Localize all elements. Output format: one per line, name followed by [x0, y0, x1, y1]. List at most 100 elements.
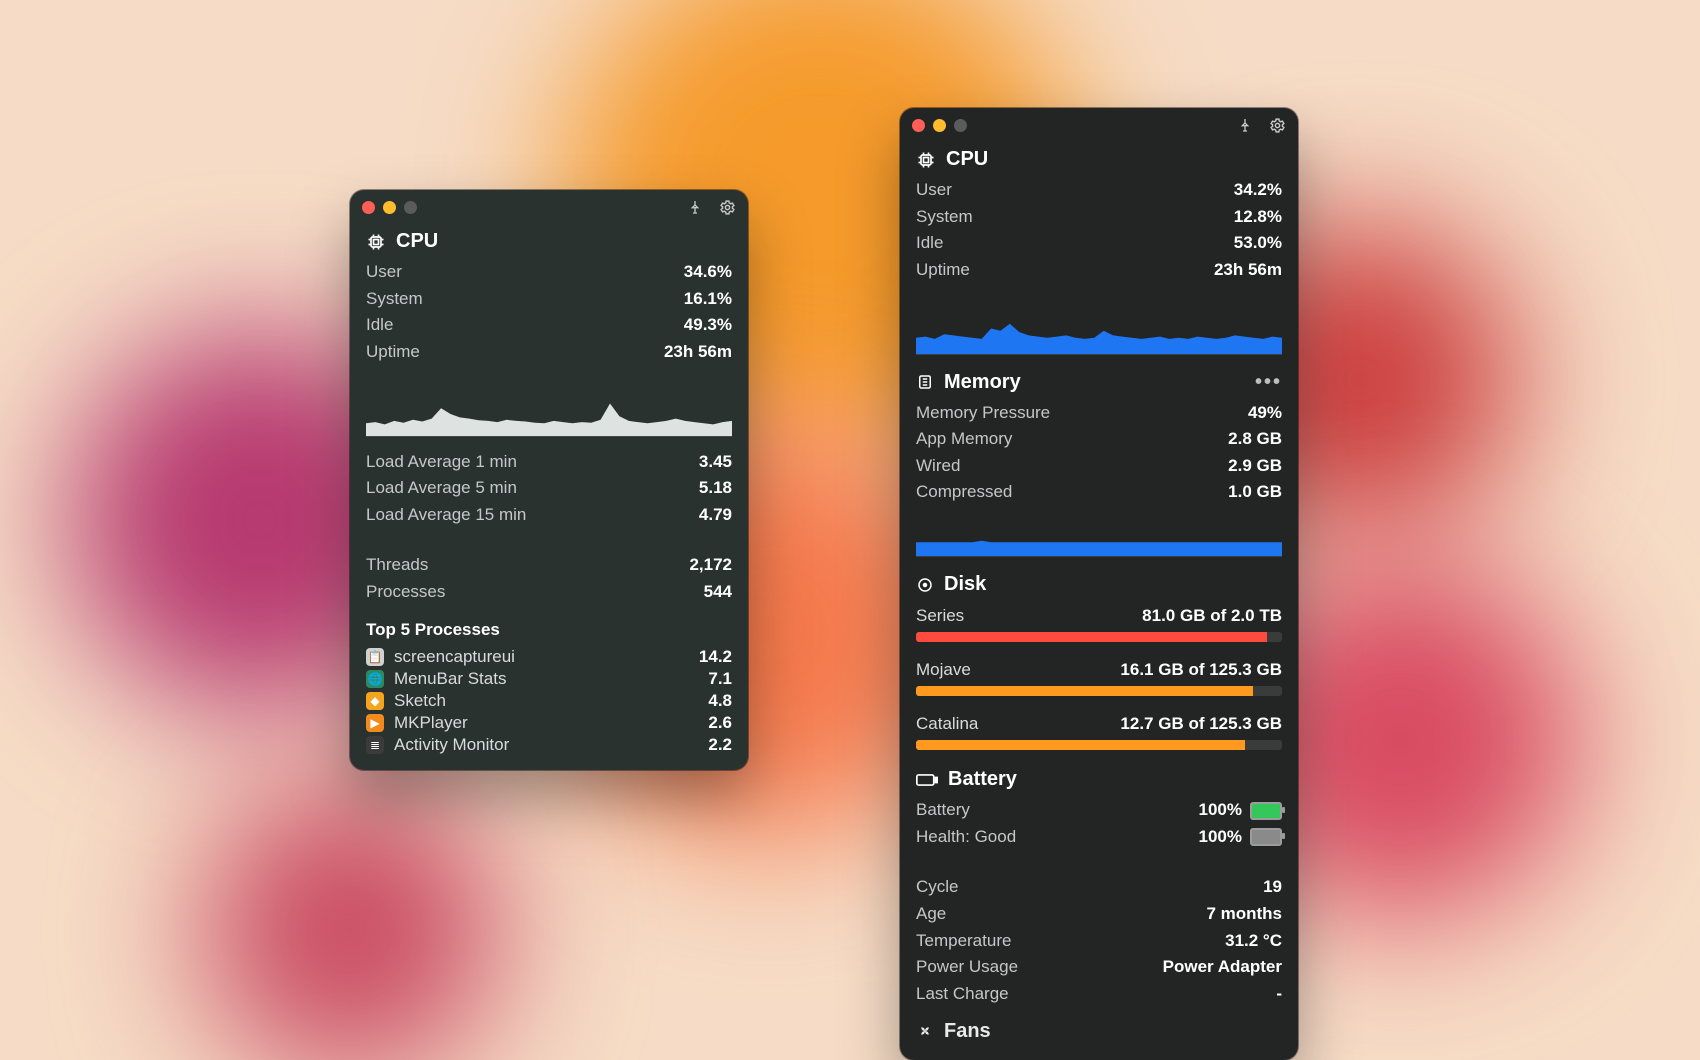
zoom-button[interactable] [404, 201, 417, 214]
stat-value: 4.79 [699, 503, 732, 528]
disk-bar [916, 686, 1282, 696]
stat-label: User [366, 260, 402, 285]
pin-icon[interactable] [1236, 116, 1254, 134]
stat-label: System [916, 205, 973, 230]
section-header-fans: Fans [900, 1014, 1298, 1047]
battery-level-icon [1250, 802, 1282, 820]
disk-bar [916, 740, 1282, 750]
disk-name: Catalina [916, 714, 978, 734]
titlebar[interactable] [350, 190, 748, 224]
wallpaper [0, 0, 1700, 1060]
section-title: CPU [396, 230, 438, 253]
disk-name: Series [916, 606, 964, 626]
stat-value: 100% [1199, 798, 1282, 823]
stat-label: Load Average 1 min [366, 450, 517, 475]
stat-label: Cycle [916, 875, 959, 900]
stat-value: Power Adapter [1163, 955, 1282, 980]
section-title: Fans [944, 1020, 991, 1043]
section-header-battery: Battery [900, 762, 1298, 795]
disk-usage: 81.0 GB of 2.0 TB [1142, 606, 1282, 626]
disk-volume: Mojave16.1 GB of 125.3 GB [900, 654, 1298, 708]
stat-value: 12.8% [1234, 205, 1282, 230]
stat-value: 544 [704, 580, 732, 605]
stats-panel[interactable]: CPU User34.2% System12.8% Idle53.0% Upti… [900, 108, 1298, 1060]
process-value: 4.8 [708, 691, 732, 711]
section-header-cpu: CPU [900, 142, 1298, 175]
cpu-panel[interactable]: CPU User34.6% System16.1% Idle49.3% Upti… [350, 190, 748, 770]
stat-value: 2,172 [689, 553, 732, 578]
section-title: Battery [948, 768, 1017, 791]
process-name: screencaptureui [394, 647, 515, 667]
stat-value: 34.2% [1234, 178, 1282, 203]
stat-value: 23h 56m [664, 340, 732, 365]
minimize-button[interactable] [933, 119, 946, 132]
disk-bar [916, 632, 1282, 642]
zoom-button[interactable] [954, 119, 967, 132]
memory-chart [916, 518, 1282, 557]
process-value: 7.1 [708, 669, 732, 689]
stat-value: 5.18 [699, 476, 732, 501]
disk-volume: Series 81.0 GB of 2.0 TB [900, 600, 1298, 654]
stat-value: 1.0 GB [1228, 480, 1282, 505]
stat-value: 49% [1248, 401, 1282, 426]
app-icon: ◆ [366, 692, 384, 710]
top-processes-title: Top 5 Processes [350, 612, 748, 644]
cpu-stats: User34.6% System16.1% Idle49.3% Uptime23… [350, 257, 748, 372]
stat-label: Battery [916, 798, 970, 823]
section-header-disk: Disk [900, 567, 1298, 600]
cpu-chart [916, 296, 1282, 355]
stat-value: 53.0% [1234, 231, 1282, 256]
fan-icon [916, 1022, 934, 1040]
process-name: Activity Monitor [394, 735, 509, 755]
stat-label: Power Usage [916, 955, 1018, 980]
stat-label: Memory Pressure [916, 401, 1050, 426]
process-name: MenuBar Stats [394, 669, 506, 689]
process-row[interactable]: 📋screencaptureui14.2 [366, 646, 732, 668]
stat-value: 23h 56m [1214, 258, 1282, 283]
stat-label: Load Average 15 min [366, 503, 526, 528]
process-row[interactable]: 🌐MenuBar Stats7.1 [366, 668, 732, 690]
disk-volume: Catalina12.7 GB of 125.3 GB [900, 708, 1298, 762]
stat-label: Idle [916, 231, 943, 256]
stat-label: Last Charge [916, 982, 1009, 1007]
more-icon[interactable]: ••• [1255, 371, 1282, 394]
stat-value: 19 [1263, 875, 1282, 900]
app-icon: ▶ [366, 714, 384, 732]
section-title: Disk [944, 573, 986, 596]
stat-value: 7 months [1206, 902, 1282, 927]
close-button[interactable] [362, 201, 375, 214]
titlebar[interactable] [900, 108, 1298, 142]
process-value: 2.2 [708, 735, 732, 755]
close-button[interactable] [912, 119, 925, 132]
stat-label: Uptime [366, 340, 420, 365]
stat-label: Load Average 5 min [366, 476, 517, 501]
stat-value: - [1276, 982, 1282, 1007]
stat-label: Health: Good [916, 825, 1016, 850]
cpu-chart [366, 378, 732, 437]
chip-icon [366, 232, 386, 252]
process-row[interactable]: ▶MKPlayer2.6 [366, 712, 732, 734]
stat-value: 100% [1199, 825, 1282, 850]
battery-health-icon [1250, 828, 1282, 846]
stat-value: 3.45 [699, 450, 732, 475]
process-row[interactable]: ◆Sketch4.8 [366, 690, 732, 712]
stat-value: 34.6% [684, 260, 732, 285]
stat-label: Processes [366, 580, 445, 605]
stat-value: 2.9 GB [1228, 454, 1282, 479]
process-row[interactable]: ≣ Activity Monitor 2.2 [366, 734, 732, 756]
stat-label: Age [916, 902, 946, 927]
pin-icon[interactable] [686, 198, 704, 216]
gear-icon[interactable] [1268, 116, 1286, 134]
disk-icon [916, 576, 934, 594]
stat-label: Idle [366, 313, 393, 338]
stat-label: User [916, 178, 952, 203]
memory-icon [916, 373, 934, 391]
section-header-cpu: CPU [350, 224, 748, 257]
stat-value: 31.2 °C [1225, 929, 1282, 954]
app-icon: ≣ [366, 736, 384, 754]
gear-icon[interactable] [718, 198, 736, 216]
minimize-button[interactable] [383, 201, 396, 214]
section-title: Memory [944, 371, 1021, 394]
disk-usage: 16.1 GB of 125.3 GB [1120, 660, 1282, 680]
stat-value: 49.3% [684, 313, 732, 338]
